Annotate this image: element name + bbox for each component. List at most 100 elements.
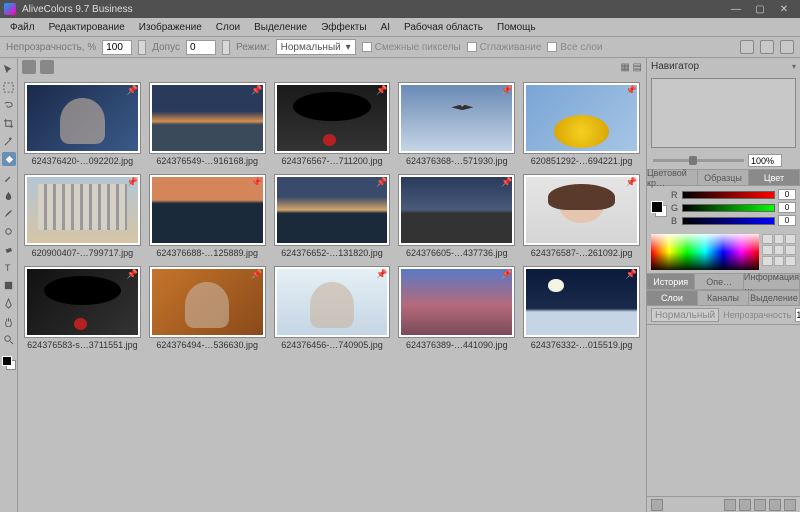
zoom-spinner[interactable] xyxy=(786,154,794,167)
maximize-button[interactable]: ▢ xyxy=(748,0,772,18)
brush-tool[interactable] xyxy=(2,206,16,220)
thumbnail[interactable]: 📌624376549-…916168.jpg xyxy=(149,82,266,166)
pin-icon[interactable]: 📌 xyxy=(376,269,387,280)
shape-tool[interactable] xyxy=(2,278,16,292)
zoom-tool[interactable] xyxy=(2,332,16,346)
move-tool[interactable] xyxy=(2,62,16,76)
pin-icon[interactable]: 📌 xyxy=(626,177,637,188)
menu-изображение[interactable]: Изображение xyxy=(133,20,208,35)
red-slider[interactable] xyxy=(682,191,775,199)
tab-layertabs-2[interactable]: Выделение xyxy=(749,291,800,305)
opacity-spinner[interactable] xyxy=(138,40,146,55)
menu-файл[interactable]: Файл xyxy=(4,20,41,35)
eraser-tool[interactable] xyxy=(2,242,16,256)
pin-icon[interactable]: 📌 xyxy=(626,85,637,96)
layer-blend-dropdown[interactable]: Нормальный xyxy=(651,308,719,322)
pin-icon[interactable]: 📌 xyxy=(251,269,262,280)
minimize-button[interactable]: — xyxy=(724,0,748,18)
menu-слои[interactable]: Слои xyxy=(210,20,246,35)
text-tool[interactable]: T xyxy=(2,260,16,274)
opacity-input[interactable]: 100 xyxy=(102,40,132,55)
marquee-tool[interactable] xyxy=(2,80,16,94)
tab-colortabs-0[interactable]: Цветовой кр… xyxy=(647,170,698,185)
thumbnail[interactable]: 📌624376494-…536630.jpg xyxy=(149,266,266,350)
color-swatch[interactable] xyxy=(2,356,16,370)
zoom-value[interactable]: 100% xyxy=(748,154,782,167)
blend-mode-dropdown[interactable]: Нормальный▾ xyxy=(276,39,356,55)
wand-tool[interactable] xyxy=(2,134,16,148)
bucket-tool[interactable] xyxy=(2,152,16,166)
pen-tool[interactable] xyxy=(2,296,16,310)
mask-icon[interactable] xyxy=(754,499,766,511)
blue-slider[interactable] xyxy=(682,217,775,225)
layer-opacity-input[interactable]: 100 xyxy=(795,308,800,322)
thumbnail[interactable]: 📌624376605-…437736.jpg xyxy=(398,174,515,258)
swatch-grid[interactable] xyxy=(762,234,796,270)
tab-histtabs-0[interactable]: История xyxy=(647,274,695,289)
settings-icon[interactable] xyxy=(780,40,794,54)
antialias-checkbox[interactable]: Сглаживание xyxy=(467,42,542,53)
thumbnail[interactable]: 📌624376583-s…3711551.jpg xyxy=(24,266,141,350)
blur-tool[interactable] xyxy=(2,188,16,202)
pin-icon[interactable]: 📌 xyxy=(376,85,387,96)
thumbnail[interactable]: 📌624376652-…131820.jpg xyxy=(274,174,391,258)
tab-histtabs-1[interactable]: Опе… xyxy=(695,274,743,289)
help-icon[interactable] xyxy=(760,40,774,54)
thumbnail[interactable]: 📌624376567-…711200.jpg xyxy=(274,82,391,166)
panel-menu-icon[interactable]: ▾ xyxy=(792,62,796,71)
home-tab-icon[interactable] xyxy=(22,60,36,74)
zoom-slider[interactable] xyxy=(653,159,744,162)
status-icon[interactable] xyxy=(651,499,663,511)
new-layer-icon[interactable] xyxy=(724,499,736,511)
red-value[interactable]: 0 xyxy=(778,189,796,200)
thumbnail[interactable]: 📌624376420-…092202.jpg xyxy=(24,82,141,166)
thumbnail[interactable]: 📌620851292-…694221.jpg xyxy=(523,82,640,166)
notify-icon[interactable] xyxy=(740,40,754,54)
pin-icon[interactable]: 📌 xyxy=(127,85,138,96)
pin-icon[interactable]: 📌 xyxy=(127,177,138,188)
view-grid-icon[interactable]: ▦ ▤ xyxy=(620,62,642,73)
pin-icon[interactable]: 📌 xyxy=(127,269,138,280)
green-value[interactable]: 0 xyxy=(778,202,796,213)
clone-tool[interactable] xyxy=(2,224,16,238)
menu-помощь[interactable]: Помощь xyxy=(491,20,542,35)
menu-редактирование[interactable]: Редактирование xyxy=(43,20,131,35)
pin-icon[interactable]: 📌 xyxy=(251,177,262,188)
crop-tool[interactable] xyxy=(2,116,16,130)
doc-tab-icon[interactable] xyxy=(40,60,54,74)
thumbnail[interactable]: 📌624376368-…571930.jpg xyxy=(398,82,515,166)
pin-icon[interactable]: 📌 xyxy=(626,269,637,280)
tab-colortabs-2[interactable]: Цвет xyxy=(749,170,800,185)
menu-рабочая область[interactable]: Рабочая область xyxy=(398,20,489,35)
pin-icon[interactable]: 📌 xyxy=(501,269,512,280)
green-slider[interactable] xyxy=(682,204,775,212)
new-group-icon[interactable] xyxy=(739,499,751,511)
contiguous-checkbox[interactable]: Смежные пикселы xyxy=(362,42,461,53)
thumbnail[interactable]: 📌624376456-…740905.jpg xyxy=(274,266,391,350)
tolerance-spinner[interactable] xyxy=(222,40,230,55)
tab-histtabs-2[interactable]: Информация … xyxy=(744,274,800,289)
pin-icon[interactable]: 📌 xyxy=(501,177,512,188)
color-spectrum[interactable] xyxy=(651,234,759,270)
thumbnail[interactable]: 📌624376389-…441090.jpg xyxy=(398,266,515,350)
tab-layertabs-1[interactable]: Каналы xyxy=(698,291,749,305)
pin-icon[interactable]: 📌 xyxy=(251,85,262,96)
tolerance-input[interactable]: 0 xyxy=(186,40,216,55)
tab-layertabs-0[interactable]: Слои xyxy=(647,291,698,305)
panel-swatch[interactable] xyxy=(651,201,667,217)
all-layers-checkbox[interactable]: Все слои xyxy=(547,42,602,53)
thumbnail[interactable]: 📌624376587-…261092.jpg xyxy=(523,174,640,258)
hand-tool[interactable] xyxy=(2,314,16,328)
fx-icon[interactable] xyxy=(769,499,781,511)
menu-выделение[interactable]: Выделение xyxy=(248,20,313,35)
thumbnail[interactable]: 📌624376688-…125889.jpg xyxy=(149,174,266,258)
blue-value[interactable]: 0 xyxy=(778,215,796,226)
menu-ai[interactable]: AI xyxy=(375,20,396,35)
pin-icon[interactable]: 📌 xyxy=(501,85,512,96)
lasso-tool[interactable] xyxy=(2,98,16,112)
menu-эффекты[interactable]: Эффекты xyxy=(315,20,372,35)
thumbnail[interactable]: 📌620900407-…799717.jpg xyxy=(24,174,141,258)
trash-icon[interactable] xyxy=(784,499,796,511)
pin-icon[interactable]: 📌 xyxy=(376,177,387,188)
tab-colortabs-1[interactable]: Образцы xyxy=(698,170,749,185)
